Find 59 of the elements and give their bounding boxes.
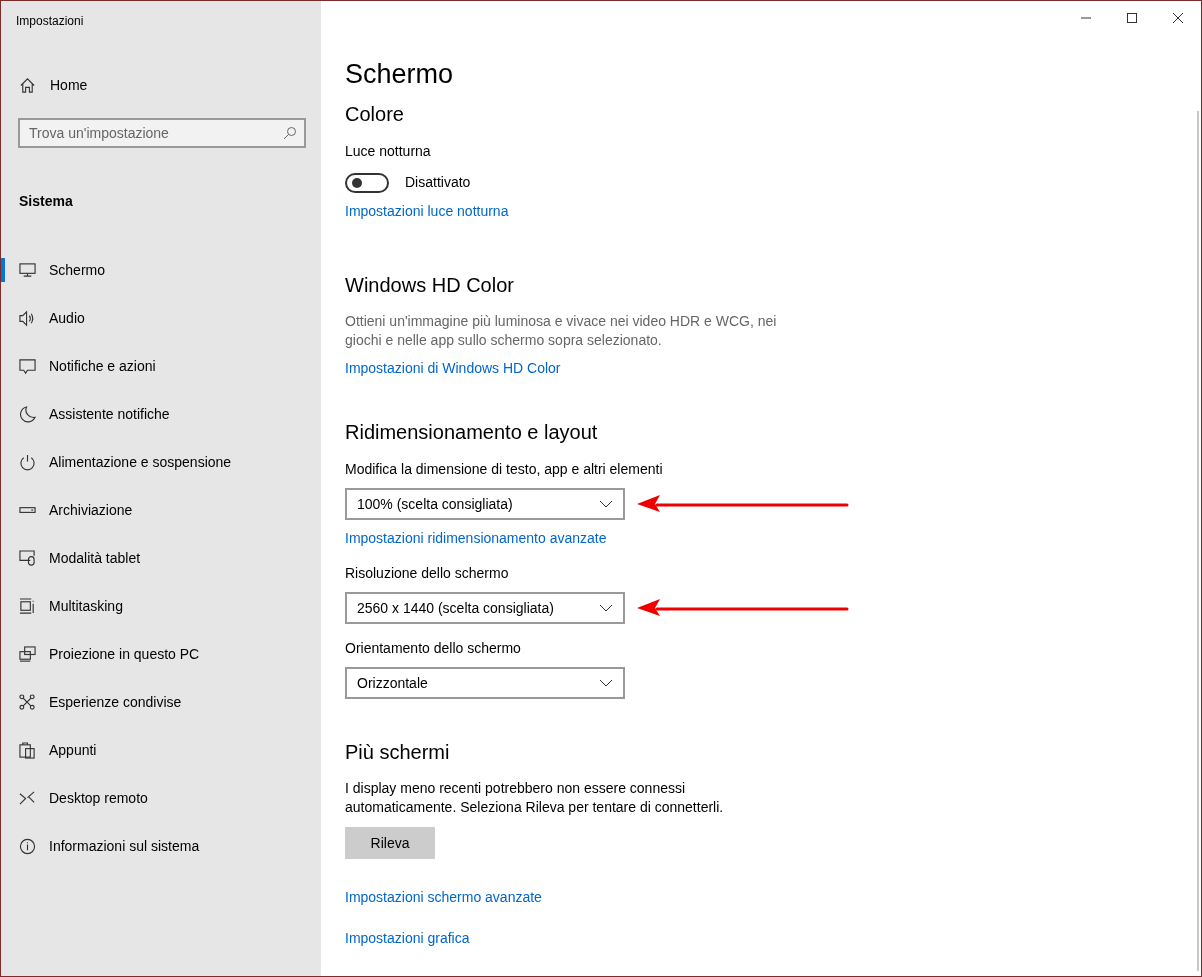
dropdown[interactable]: 100% (scelta consigliata) — [345, 488, 625, 520]
sidebar-item[interactable]: Audio — [1, 294, 321, 342]
toggle-switch[interactable] — [345, 172, 389, 193]
sidebar-item[interactable]: Schermo — [1, 246, 321, 294]
message-icon — [19, 357, 36, 375]
dropdown[interactable]: Orizzontale — [345, 667, 625, 699]
chevron-icon — [599, 679, 613, 687]
settings-link[interactable]: Impostazioni luce notturna — [345, 201, 509, 222]
section-heading: Sistema — [19, 192, 73, 211]
sidebar-item[interactable]: Proiezione in questo PC — [1, 630, 321, 678]
clipboard-icon — [19, 741, 36, 759]
screens-icon — [19, 645, 36, 663]
field-label: Orientamento dello schermo — [345, 640, 521, 656]
settings-link[interactable]: Impostazioni di Windows HD Color — [345, 358, 561, 379]
field-label: Luce notturna — [345, 143, 431, 159]
sidebar-item[interactable]: Desktop remoto — [1, 774, 321, 822]
tablet-icon — [19, 549, 36, 567]
detect-button[interactable]: Rileva — [345, 827, 435, 859]
page-title: Schermo — [345, 58, 454, 91]
section-heading: Ridimensionamento e layout — [345, 420, 598, 445]
description-text: Ottieni un'immagine più luminosa e vivace nei video HDR e WCG, nei giochi e nelle app sullo schermo sopra selezionato. — [345, 312, 778, 350]
windows-icon — [19, 597, 36, 615]
settings-link[interactable]: Impostazioni ridimensionamento avanzate — [345, 528, 607, 549]
maximize-icon[interactable] — [1126, 12, 1138, 24]
search-field[interactable]: Trova un'impostazione — [18, 118, 306, 148]
field-label: Modifica la dimensione di testo, app e altri elementi — [345, 461, 663, 477]
speaker-icon — [19, 309, 36, 327]
sidebar-item[interactable]: Appunti — [1, 726, 321, 774]
sidebar-item[interactable]: Esperienze condivise — [1, 678, 321, 726]
sidebar-item[interactable]: Notifiche e azioni — [1, 342, 321, 390]
scrollbar[interactable] — [1197, 111, 1199, 971]
sidebar-item[interactable]: Assistente notifiche — [1, 390, 321, 438]
sidebar-item[interactable]: Alimentazione e sospensione — [1, 438, 321, 486]
chevron-icon — [599, 604, 613, 612]
settings-link[interactable]: Impostazioni schermo avanzate — [345, 887, 542, 908]
info-icon — [19, 837, 36, 855]
dropdown[interactable]: 2560 x 1440 (scelta consigliata) — [345, 592, 625, 624]
sidebar-item[interactable]: Multitasking — [1, 582, 321, 630]
monitor-icon — [19, 261, 36, 279]
sidebar-item[interactable]: Modalità tablet — [1, 534, 321, 582]
section-heading: Più schermi — [345, 740, 450, 765]
sidebar-item[interactable]: Archiviazione — [1, 486, 321, 534]
home-link[interactable]: Home — [19, 75, 88, 96]
field-label: Risoluzione dello schermo — [345, 565, 509, 581]
close-icon[interactable] — [1172, 12, 1184, 24]
search-icon — [283, 126, 297, 140]
toggle-state: Disattivato — [405, 173, 471, 192]
section-heading: Colore — [345, 102, 404, 127]
sidebar-item[interactable]: Informazioni sul sistema — [1, 822, 321, 870]
moon-icon — [19, 405, 36, 423]
window-title: Impostazioni — [16, 13, 84, 30]
section-heading: Windows HD Color — [345, 273, 514, 298]
power-icon — [19, 453, 36, 471]
chevron-icon — [599, 500, 613, 508]
remote-icon — [19, 789, 36, 807]
home-icon — [19, 77, 36, 94]
settings-link[interactable]: Impostazioni grafica — [345, 928, 470, 949]
description-text: I display meno recenti potrebbero non essere connessi automaticamente. Seleziona Rileva per tentare di connetterli. — [345, 779, 725, 817]
network-icon — [19, 693, 36, 711]
